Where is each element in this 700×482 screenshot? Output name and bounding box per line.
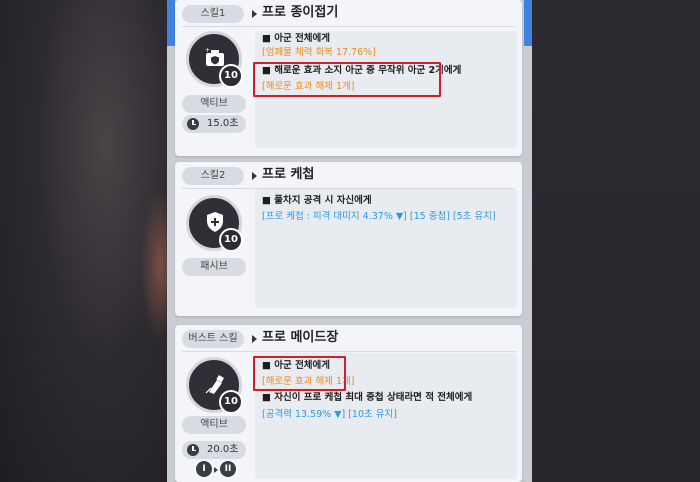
triangle-marker-icon <box>252 335 257 343</box>
cooldown-row: 15.0초 <box>182 115 246 133</box>
skill-tag: 스킬1 <box>182 5 244 23</box>
skill-type-tag: 액티브 <box>182 95 246 113</box>
triangle-marker-icon <box>252 172 257 180</box>
panel-edge-right <box>524 0 532 46</box>
description-line: [엄폐물 체력 회복 17.76%] <box>262 47 376 58</box>
arrow-right-icon <box>214 467 218 473</box>
skill-name: 프로 케첩 <box>262 167 315 182</box>
skill-tag: 스킬2 <box>182 167 244 185</box>
background-art-right <box>525 0 700 482</box>
skill-description: ■ 풀차지 공격 시 자신에게 [프로 케첩 : 피격 대미지 4.37% ▼]… <box>255 189 517 308</box>
panel-edge-left <box>167 0 175 46</box>
skill-card-2: 스킬2 프로 케첩 10 패시브 ■ 풀차지 공격 시 자신에게 [프로 케첩 … <box>175 162 522 316</box>
burst-stage-indicator: I II <box>196 461 240 477</box>
highlight-box <box>253 62 441 97</box>
divider <box>182 26 515 27</box>
skill-level-badge: 10 <box>219 64 243 88</box>
svg-text:+: + <box>205 47 210 54</box>
skill-level-badge: 10 <box>219 228 243 252</box>
skill-name: 프로 메이드장 <box>262 330 339 345</box>
description-line: ■ 풀차지 공격 시 자신에게 <box>262 195 372 206</box>
highlight-box <box>253 356 346 391</box>
cooldown-value: 15.0초 <box>207 118 239 129</box>
divider <box>182 351 515 352</box>
description-line: [공격력 13.59% ▼] [10초 유지] <box>262 409 397 420</box>
skill-card-burst: 버스트 스킬 프로 메이드장 10 액티브 20.0초 I II ■ 아군 전체… <box>175 325 522 482</box>
cooldown-value: 20.0초 <box>207 444 239 455</box>
triangle-marker-icon <box>252 10 257 18</box>
burst-stage-from: I <box>196 461 212 477</box>
skill-type-tag: 패시브 <box>182 258 246 276</box>
description-line: [프로 케첩 : 피격 대미지 4.37% ▼] [15 중첩] [5초 유지] <box>262 211 496 222</box>
skill-level-badge: 10 <box>219 390 243 414</box>
skill-name: 프로 종이접기 <box>262 5 339 20</box>
skill-header: 스킬2 프로 케첩 <box>175 162 522 190</box>
description-line: ■ 자신이 프로 케첩 최대 중첩 상태라면 적 전체에게 <box>262 392 473 403</box>
cooldown-row: 20.0초 <box>182 441 246 459</box>
description-line: ■ 아군 전체에게 <box>262 33 331 44</box>
skill-type-tag: 액티브 <box>182 416 246 434</box>
skill-tag: 버스트 스킬 <box>182 330 244 348</box>
clock-icon <box>187 444 199 456</box>
clock-icon <box>187 118 199 130</box>
skill-header: 버스트 스킬 프로 메이드장 <box>175 325 522 353</box>
burst-stage-to: II <box>220 461 236 477</box>
skill-header: 스킬1 프로 종이접기 <box>175 0 522 28</box>
